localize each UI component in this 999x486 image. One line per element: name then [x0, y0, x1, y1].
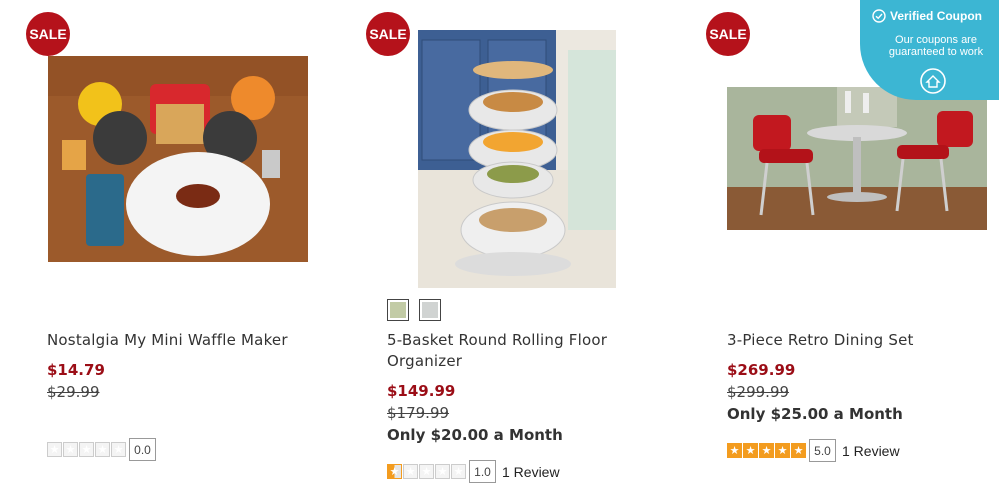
- star-icon: [387, 464, 402, 479]
- sale-price: $14.79: [47, 361, 105, 379]
- product-image-waffle-maker[interactable]: [48, 56, 308, 262]
- color-swatches: [387, 299, 441, 321]
- coupon-guarantee-text: Our coupons are guaranteed to work: [888, 34, 984, 58]
- original-price: $299.99: [727, 383, 790, 401]
- star-icon: [775, 443, 790, 458]
- review-count-link[interactable]: 1 Review: [502, 464, 560, 480]
- star-icon: [435, 464, 450, 479]
- monthly-payment: Only $25.00 a Month: [727, 405, 903, 423]
- product-title[interactable]: 3-Piece Retro Dining Set: [727, 330, 987, 351]
- sale-price: $149.99: [387, 382, 456, 400]
- sale-badge: SALE: [706, 12, 750, 56]
- product-card-waffle-maker[interactable]: SALE Nostalgia My Mini Waffle Maker $14.…: [26, 0, 326, 486]
- product-card-floor-organizer[interactable]: SALE 5-Basket Round Rolling Floor Organi…: [366, 0, 666, 486]
- product-title[interactable]: Nostalgia My Mini Waffle Maker: [47, 330, 307, 351]
- star-icon: [79, 442, 94, 457]
- rating-value: 5.0: [809, 439, 836, 462]
- star-icon: [63, 442, 78, 457]
- sale-badge: SALE: [26, 12, 70, 56]
- rating[interactable]: 1.0 1 Review: [387, 460, 560, 483]
- star-icon: [403, 464, 418, 479]
- product-image-dining-set[interactable]: [727, 87, 987, 230]
- original-price: $29.99: [47, 383, 100, 401]
- star-icon: [419, 464, 434, 479]
- swatch-sage[interactable]: [387, 299, 409, 321]
- rating[interactable]: 5.0 1 Review: [727, 439, 900, 462]
- product-image-floor-organizer[interactable]: [418, 30, 616, 288]
- verified-coupon-widget[interactable]: Verified Coupon Our coupons are guarante…: [860, 0, 999, 100]
- rating-value: 0.0: [129, 438, 156, 461]
- coupon-header: Verified Coupon: [872, 9, 996, 23]
- star-icon: [743, 443, 758, 458]
- product-title[interactable]: 5-Basket Round Rolling Floor Organizer: [387, 330, 647, 372]
- star-rating: [47, 442, 126, 457]
- star-icon: [111, 442, 126, 457]
- star-icon: [95, 442, 110, 457]
- star-rating: [727, 443, 806, 458]
- star-icon: [791, 443, 806, 458]
- rating-value: 1.0: [469, 460, 496, 483]
- check-circle-icon: [872, 9, 886, 23]
- coupon-title: Verified Coupon: [890, 9, 983, 23]
- star-icon: [451, 464, 466, 479]
- star-icon: [47, 442, 62, 457]
- swatch-gray[interactable]: [419, 299, 441, 321]
- sale-price: $269.99: [727, 361, 796, 379]
- monthly-payment: Only $20.00 a Month: [387, 426, 563, 444]
- rating[interactable]: 0.0: [47, 438, 156, 461]
- review-count-link[interactable]: 1 Review: [842, 443, 900, 459]
- original-price: $179.99: [387, 404, 450, 422]
- sale-badge: SALE: [366, 12, 410, 56]
- star-rating: [387, 464, 466, 479]
- star-icon: [727, 443, 742, 458]
- shield-icon: [920, 68, 946, 94]
- star-icon: [759, 443, 774, 458]
